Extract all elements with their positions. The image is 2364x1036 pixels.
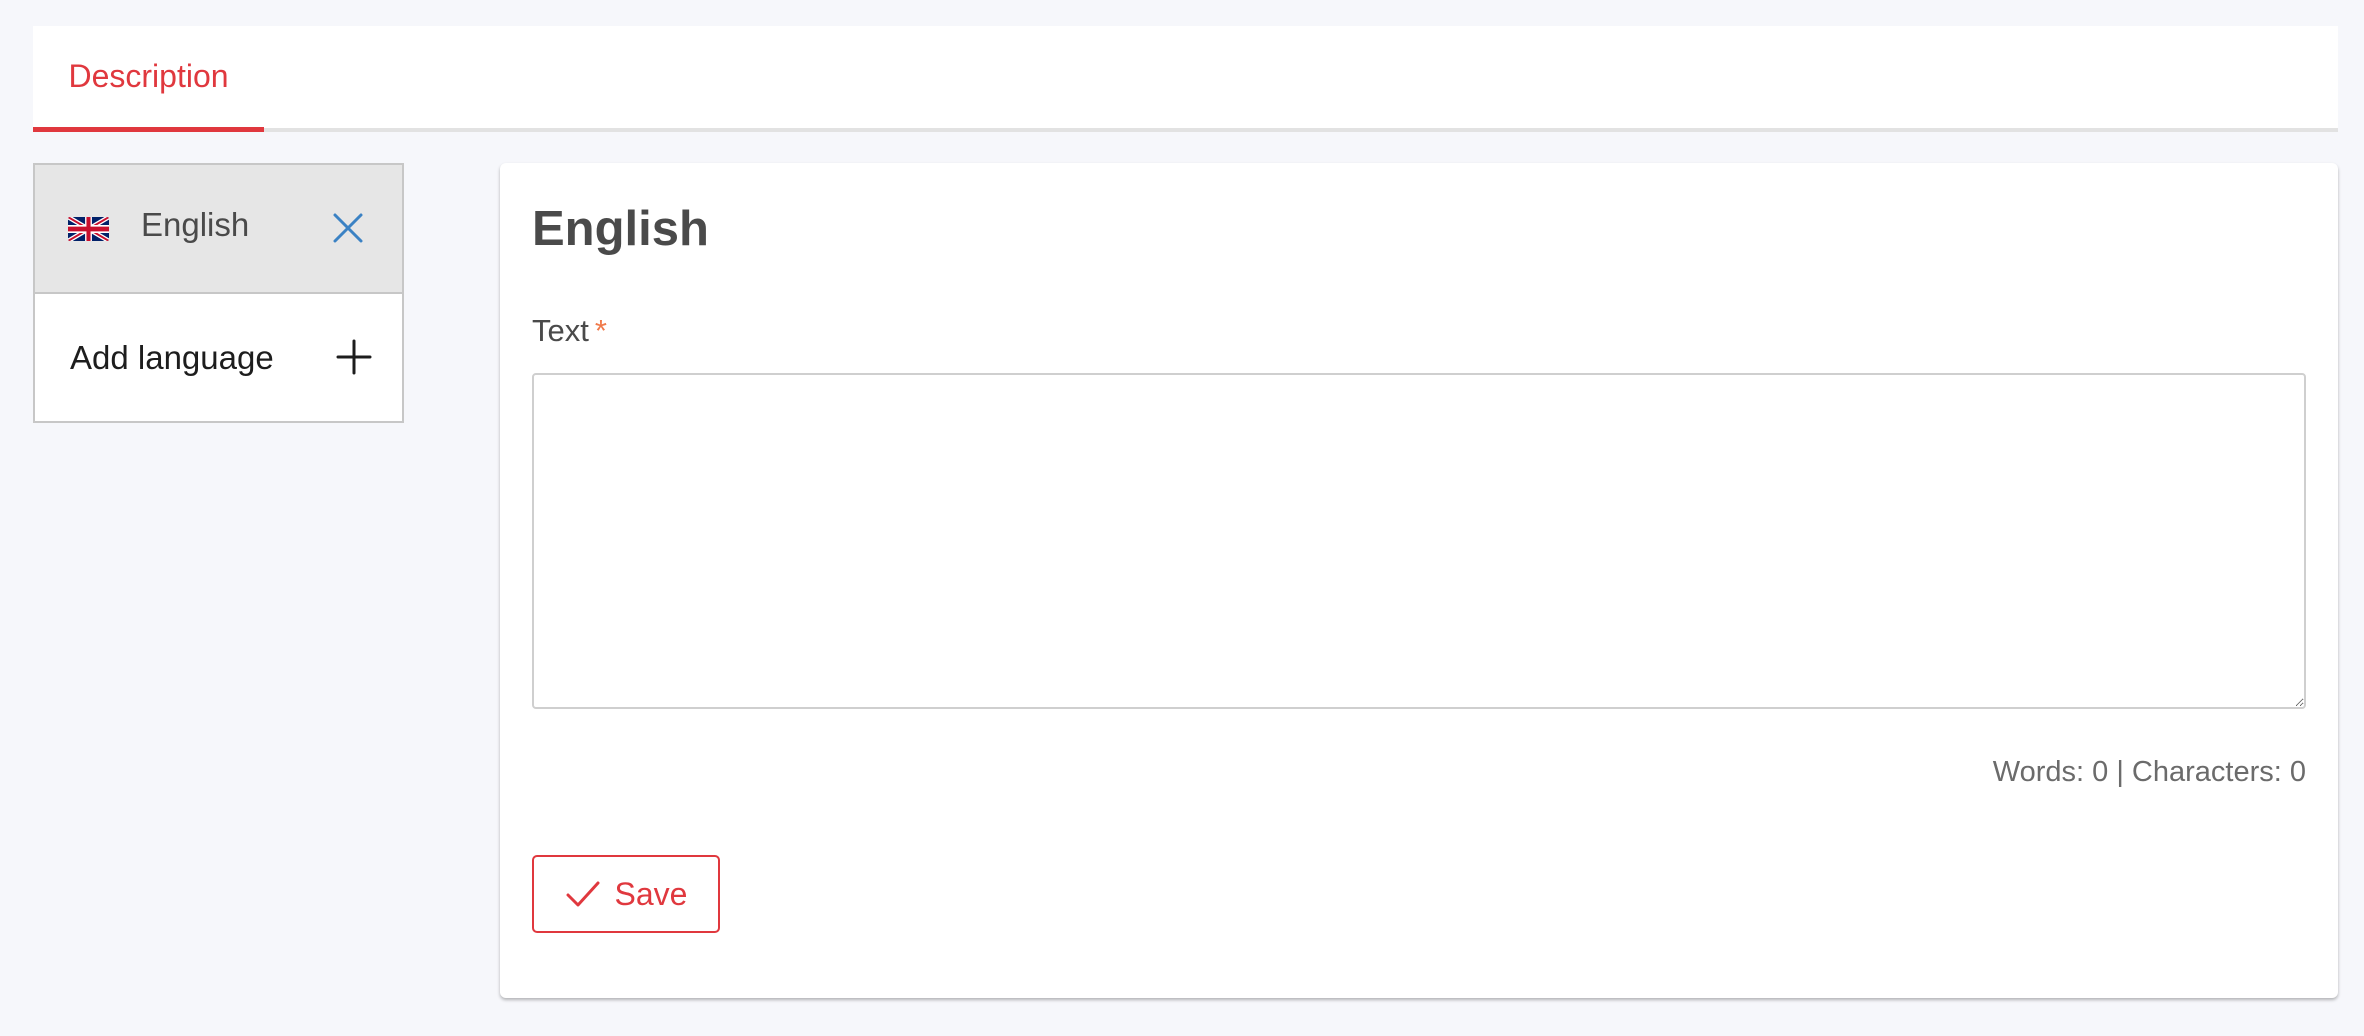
language-item-label: English — [141, 206, 250, 243]
tab-bar: Description — [33, 26, 2338, 132]
check-icon — [565, 879, 601, 909]
text-field-label: Text * — [532, 313, 607, 349]
close-icon[interactable] — [330, 210, 366, 246]
editor-card: English Text * Words: 0 | Characters: 0 S… — [500, 163, 2338, 998]
required-mark: * — [594, 313, 607, 348]
text-input[interactable] — [532, 373, 2306, 709]
text-field-label-text: Text — [532, 313, 589, 348]
tab-description[interactable]: Description — [33, 26, 264, 132]
save-button[interactable]: Save — [532, 855, 720, 933]
add-language-label: Add language — [70, 339, 274, 376]
language-list: English Add language — [33, 163, 404, 423]
tab-active-indicator — [33, 127, 264, 132]
editor-title: English — [532, 202, 709, 256]
tab-bar-divider — [33, 128, 2338, 132]
save-button-label: Save — [614, 875, 688, 912]
add-language-button[interactable]: Add language — [35, 294, 402, 421]
character-count: Characters: 0 — [2131, 756, 2306, 788]
word-character-counter: Words: 0 | Characters: 0 — [1993, 756, 2306, 789]
word-count: Words: 0 — [1992, 756, 2109, 788]
language-item-english[interactable]: English — [35, 165, 402, 294]
plus-icon — [335, 338, 373, 376]
counter-separator: | — [2108, 756, 2132, 788]
tab-description-label: Description — [68, 57, 229, 94]
uk-flag-icon — [68, 217, 109, 241]
